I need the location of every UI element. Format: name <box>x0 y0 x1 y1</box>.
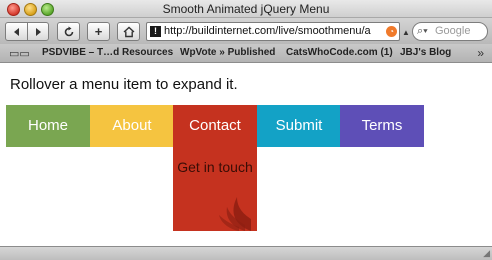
back-button[interactable] <box>5 22 28 41</box>
status-bar: ◢ <box>0 246 492 260</box>
address-bar[interactable]: ! http://buildinternet.com/live/smoothme… <box>146 22 400 41</box>
forward-button[interactable] <box>27 22 49 41</box>
reload-icon <box>64 26 73 37</box>
title-bar: Smooth Animated jQuery Menu <box>0 0 492 18</box>
browser-window: Smooth Animated jQuery Menu + ! http://b… <box>0 0 492 260</box>
window-title: Smooth Animated jQuery Menu <box>162 2 330 16</box>
instruction-text: Rollover a menu item to expand it. <box>10 76 238 93</box>
menu-item-about[interactable]: About <box>90 105 174 147</box>
menu-item-contact-label: Contact <box>189 117 241 134</box>
flame-decoration-icon <box>219 197 251 231</box>
contact-expanded-panel[interactable]: Get in touch <box>173 147 257 231</box>
home-button[interactable] <box>117 22 140 41</box>
home-icon <box>123 26 134 38</box>
bookmark-item[interactable]: WpVote » Published <box>180 47 275 58</box>
search-placeholder: Google <box>435 25 471 37</box>
more-bookmarks-button[interactable]: » <box>477 46 484 60</box>
chevron-up-icon[interactable]: ▲ <box>402 28 410 37</box>
forward-arrow-icon <box>36 28 41 36</box>
site-favicon-icon: ! <box>150 26 161 37</box>
menu-item-home[interactable]: Home <box>6 105 90 147</box>
bookmarks-bar: ▭▭ PSDVIBE – T…d Resources WpVote » Publ… <box>0 44 492 63</box>
browser-toolbar: + ! http://buildinternet.com/live/smooth… <box>0 18 492 44</box>
bookmark-item[interactable]: PSDVIBE – T…d Resources <box>42 47 173 58</box>
bookmark-item[interactable]: JBJ's Blog <box>400 47 451 58</box>
contact-subtext: Get in touch <box>177 159 253 175</box>
bookmark-item[interactable]: CatsWhoCode.com (1) <box>286 47 393 58</box>
menu-item-submit[interactable]: Submit <box>257 105 341 147</box>
back-arrow-icon <box>13 28 19 36</box>
rss-icon[interactable]: ◔ <box>386 26 397 37</box>
resize-grip-icon[interactable]: ◢ <box>483 248 490 259</box>
address-url: http://buildinternet.com/live/smoothmenu… <box>164 25 371 37</box>
book-icon[interactable]: ▭▭ <box>9 47 30 60</box>
menu-item-terms[interactable]: Terms <box>340 105 424 147</box>
add-bookmark-button[interactable]: + <box>87 22 110 41</box>
reload-button[interactable] <box>57 22 80 41</box>
search-field[interactable]: ⌕▾ Google <box>412 22 488 41</box>
search-icon: ⌕▾ <box>417 25 428 37</box>
page-content: Rollover a menu item to expand it. Home … <box>0 63 492 246</box>
